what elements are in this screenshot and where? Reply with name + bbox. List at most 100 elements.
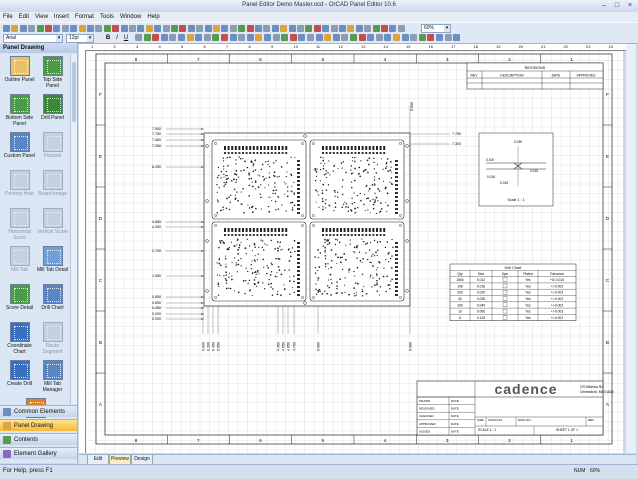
panel-scrollbar[interactable] (70, 54, 77, 404)
tool-board-image[interactable]: Board Image (36, 170, 69, 197)
vertical-scrollbar[interactable] (626, 44, 636, 453)
format-tool-icon[interactable] (410, 34, 418, 41)
format-tool-icon[interactable] (229, 34, 237, 41)
toolbar-tool-icon[interactable] (187, 25, 195, 32)
underline-button[interactable]: U (122, 34, 130, 42)
format-tool-icon[interactable] (341, 34, 349, 41)
format-tool-icon[interactable] (169, 34, 177, 41)
format-tool-icon[interactable] (307, 34, 314, 41)
format-tool-icon[interactable] (444, 34, 452, 41)
toolbar-tool-icon[interactable] (70, 25, 78, 32)
toolbar-tool-icon[interactable] (381, 25, 388, 32)
toolbar-tool-icon[interactable] (196, 25, 204, 32)
category-contents[interactable]: Contents (0, 433, 77, 445)
tool-mill-tab-detail[interactable]: Mill Tab Detail (36, 246, 69, 273)
menu-file[interactable]: File (0, 12, 16, 21)
toolbar-tool-icon[interactable] (78, 25, 86, 32)
category-element-gallery[interactable]: Element Gallery (0, 447, 77, 459)
toolbar-tool-icon[interactable] (280, 25, 288, 32)
format-tool-icon[interactable] (178, 34, 185, 41)
zoom-select[interactable]: 60% ▾ (421, 24, 451, 33)
tool-create-drill[interactable]: Create Drill (3, 360, 36, 387)
tool-printing-hole[interactable]: Printing Hole (3, 170, 36, 197)
toolbar-tool-icon[interactable] (339, 25, 346, 32)
format-tool-icon[interactable] (418, 34, 426, 41)
format-tool-icon[interactable] (427, 34, 435, 41)
format-tool-icon[interactable] (238, 34, 246, 41)
format-tool-icon[interactable] (367, 34, 375, 41)
tool-custom-panel[interactable]: Custom Panel (3, 132, 36, 159)
toolbar-tool-icon[interactable] (137, 25, 145, 32)
format-tool-icon[interactable] (203, 34, 211, 41)
tool-outline-panel[interactable]: Outline Panel (3, 56, 36, 83)
toolbar-tool-icon[interactable] (372, 25, 380, 32)
toolbar-tool-icon[interactable] (213, 25, 220, 32)
format-tool-icon[interactable] (453, 34, 461, 41)
close-button[interactable]: × (624, 1, 636, 10)
format-tool-icon[interactable] (281, 34, 289, 41)
toolbar-tool-icon[interactable] (19, 25, 27, 32)
minimize-button[interactable]: – (598, 1, 610, 10)
format-tool-icon[interactable] (143, 34, 151, 41)
toolbar-tool-icon[interactable] (3, 25, 10, 32)
toolbar-tool-icon[interactable] (154, 25, 162, 32)
toolbar-tool-icon[interactable] (246, 25, 254, 32)
toolbar-tool-icon[interactable] (263, 25, 271, 32)
menu-insert[interactable]: Insert (51, 12, 72, 21)
menu-tools[interactable]: Tools (97, 12, 117, 21)
toolbar-tool-icon[interactable] (53, 25, 61, 32)
toolbar-tool-icon[interactable] (313, 25, 321, 32)
toolbar-tool-icon[interactable] (103, 25, 111, 32)
tool-horizontal-score[interactable]: Horizontal Score (3, 208, 36, 241)
font-size-select[interactable]: 12pt ▾ (66, 34, 94, 43)
tool-drill-panel[interactable]: Drill Panel (36, 94, 69, 121)
toolbar-tool-icon[interactable] (112, 25, 120, 32)
tool-mill-tab[interactable]: Mill Tab (3, 246, 36, 273)
drawing-canvas[interactable]: 8 8 7 7 6 6 5 5 4 4 3 3 2 2 1 1 F F E E D D C C B B A A REVISIONS REV… (86, 51, 623, 453)
format-tool-icon[interactable] (350, 34, 357, 41)
format-tool-icon[interactable] (152, 34, 160, 41)
format-tool-icon[interactable] (358, 34, 366, 41)
toolbar-tool-icon[interactable] (322, 25, 330, 32)
format-tool-icon[interactable] (264, 34, 271, 41)
format-tool-icon[interactable] (135, 34, 142, 41)
bold-button[interactable]: B (104, 34, 112, 42)
tool-route-segment[interactable]: Route Segment (36, 322, 69, 355)
format-tool-icon[interactable] (186, 34, 194, 41)
toolbar-tool-icon[interactable] (397, 25, 405, 32)
toolbar-tool-icon[interactable] (271, 25, 279, 32)
tool-mill-tab-manager[interactable]: Mill Tab Manager (36, 360, 69, 393)
format-tool-icon[interactable] (195, 34, 203, 41)
toolbar-tool-icon[interactable] (204, 25, 212, 32)
format-tool-icon[interactable] (160, 34, 168, 41)
toolbar-tool-icon[interactable] (288, 25, 296, 32)
toolbar-tool-icon[interactable] (11, 25, 19, 32)
toolbar-tool-icon[interactable] (162, 25, 170, 32)
format-tool-icon[interactable] (375, 34, 383, 41)
font-select[interactable]: Arial ▾ (3, 34, 63, 43)
toolbar-tool-icon[interactable] (229, 25, 237, 32)
format-tool-icon[interactable] (393, 34, 400, 41)
toolbar-tool-icon[interactable] (45, 25, 52, 32)
format-tool-icon[interactable] (255, 34, 263, 41)
format-tool-icon[interactable] (246, 34, 254, 41)
tool-vertical-score[interactable]: Vertical Score (36, 208, 69, 235)
toolbar-tool-icon[interactable] (347, 25, 355, 32)
toolbar-tool-icon[interactable] (255, 25, 262, 32)
format-tool-icon[interactable] (212, 34, 220, 41)
toolbar-tool-icon[interactable] (238, 25, 246, 32)
toolbar-tool-icon[interactable] (61, 25, 69, 32)
toolbar-tool-icon[interactable] (305, 25, 313, 32)
toolbar-tool-icon[interactable] (297, 25, 304, 32)
menu-view[interactable]: View (32, 12, 51, 21)
menu-edit[interactable]: Edit (16, 12, 32, 21)
menu-help[interactable]: Help (144, 12, 162, 21)
tool-top-side-panel[interactable]: Top Side Panel (36, 56, 69, 89)
toolbar-tool-icon[interactable] (179, 25, 187, 32)
toolbar-tool-icon[interactable] (145, 25, 153, 32)
toolbar-tool-icon[interactable] (389, 25, 397, 32)
menu-window[interactable]: Window (117, 12, 144, 21)
format-tool-icon[interactable] (436, 34, 443, 41)
toolbar-tool-icon[interactable] (355, 25, 363, 32)
format-tool-icon[interactable] (332, 34, 340, 41)
